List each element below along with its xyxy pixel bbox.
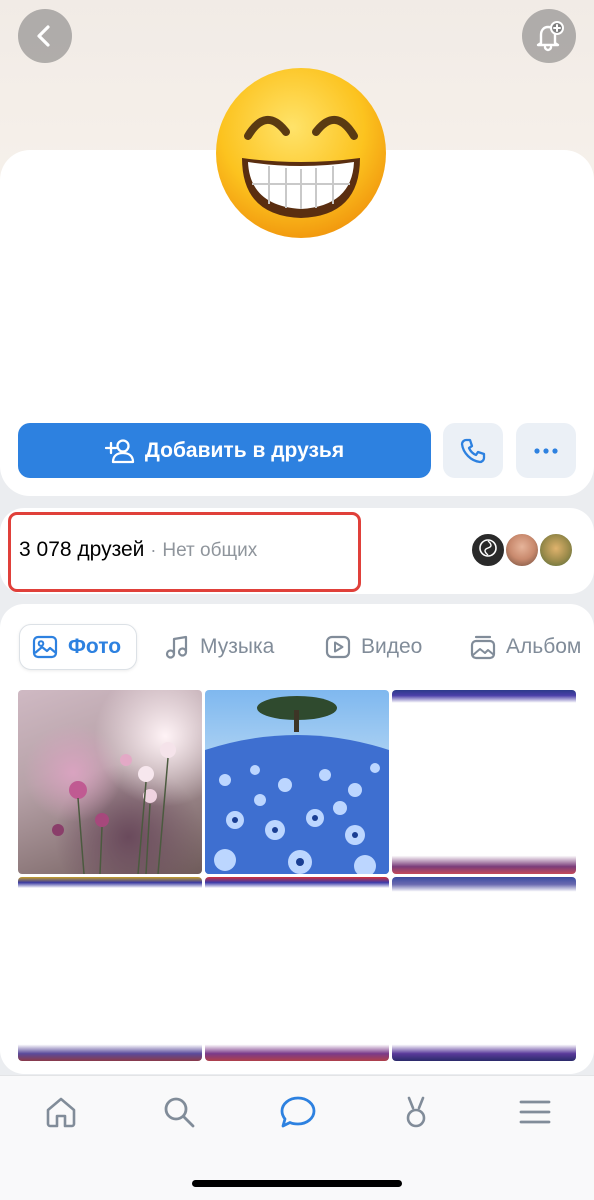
separator: · <box>150 540 157 560</box>
video-play-icon <box>325 635 351 659</box>
home-icon <box>46 1097 76 1128</box>
home-indicator <box>192 1180 402 1187</box>
back-button[interactable] <box>18 9 72 63</box>
music-note-icon <box>165 635 188 659</box>
friends-summary[interactable]: 3 078 друзей · Нет общих <box>19 538 257 562</box>
tab-photos[interactable]: Фото <box>19 624 137 670</box>
search-icon <box>164 1097 195 1128</box>
photo-thumbnail[interactable] <box>18 877 202 1061</box>
tab-music[interactable]: Музыка <box>164 624 274 670</box>
nav-messages[interactable] <box>278 1092 318 1132</box>
chevron-left-icon <box>37 25 50 47</box>
photo-thumbnail[interactable] <box>205 690 389 874</box>
friends-count: 3 078 друзей <box>19 538 145 561</box>
more-button[interactable] <box>516 423 576 478</box>
call-button[interactable] <box>443 423 503 478</box>
notify-button[interactable] <box>522 9 576 63</box>
tab-label: Музыка <box>200 635 275 658</box>
clips-icon <box>406 1096 426 1128</box>
tab-label: Альбом <box>506 635 582 658</box>
tab-label: Фото <box>68 635 122 658</box>
photo-thumbnail[interactable] <box>205 877 389 1061</box>
add-friend-button[interactable]: Добавить в друзья <box>18 423 431 478</box>
friend-avatar[interactable] <box>538 532 574 568</box>
nav-menu[interactable] <box>515 1092 555 1132</box>
tab-label: Видео <box>361 635 423 658</box>
friend-avatar[interactable] <box>470 532 506 568</box>
nav-clips[interactable] <box>396 1092 436 1132</box>
person-plus-icon <box>104 438 135 463</box>
image-icon <box>32 635 58 659</box>
friend-avatar[interactable] <box>504 532 540 568</box>
photo-thumbnail[interactable] <box>392 690 576 874</box>
menu-icon <box>519 1100 551 1124</box>
tab-albums[interactable]: Альбом <box>470 624 581 670</box>
flower-photo <box>52 742 176 874</box>
messages-icon <box>280 1096 316 1128</box>
album-icon <box>470 635 496 660</box>
field-photo <box>205 696 389 874</box>
nav-home[interactable] <box>41 1092 81 1132</box>
swirl-logo-icon <box>479 539 497 557</box>
more-dots-icon <box>534 447 558 454</box>
mutual-friends: Нет общих <box>162 540 258 561</box>
photo-thumbnail[interactable] <box>392 877 576 1061</box>
phone-icon <box>460 438 486 463</box>
add-friend-label: Добавить в друзья <box>144 438 345 462</box>
avatar[interactable] <box>214 66 388 240</box>
tab-video[interactable]: Видео <box>325 624 422 670</box>
grinning-face-icon <box>216 68 386 238</box>
nav-search[interactable] <box>159 1092 199 1132</box>
photo-thumbnail[interactable] <box>18 690 202 874</box>
bell-plus-icon <box>536 21 564 52</box>
